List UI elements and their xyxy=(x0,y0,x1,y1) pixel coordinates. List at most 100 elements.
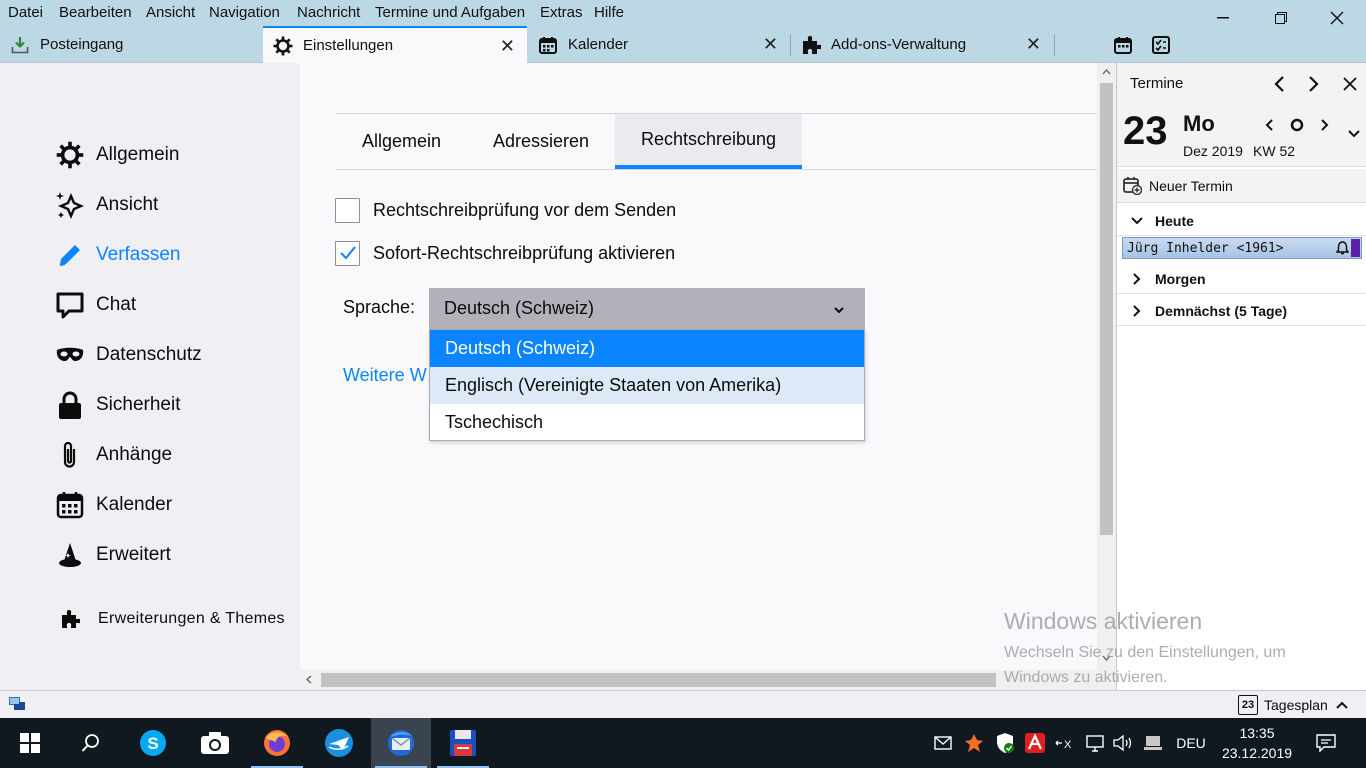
language-option[interactable]: Tschechisch xyxy=(430,404,864,441)
scroll-up-icon[interactable] xyxy=(1102,69,1111,75)
activation-watermark-line: Windows zu aktivieren. xyxy=(1004,669,1168,686)
extensions-themes-link[interactable]: Erweiterungen & Themes xyxy=(60,606,285,632)
start-button[interactable] xyxy=(0,718,60,768)
calendar-add-icon xyxy=(1123,176,1143,195)
vertical-scroll-thumb[interactable] xyxy=(1100,83,1113,535)
antivirus-tray-icon[interactable] xyxy=(1022,718,1048,768)
menu-ansicht[interactable]: Ansicht xyxy=(146,4,195,21)
tab-label: Posteingang xyxy=(40,36,124,53)
action-center-button[interactable] xyxy=(1306,718,1346,768)
clock[interactable]: 13:35 23.12.2019 xyxy=(1214,718,1300,768)
menu-datei[interactable]: Datei xyxy=(8,4,43,21)
mail-icon xyxy=(934,736,952,750)
category-datenschutz[interactable]: Datenschutz xyxy=(54,339,202,371)
volume-tray-icon[interactable] xyxy=(1110,718,1136,768)
display-tray-icon[interactable] xyxy=(1082,718,1108,768)
thunderbird-taskbar-button[interactable] xyxy=(371,718,431,768)
tab-addons[interactable]: Add-ons-Verwaltung ✕ xyxy=(791,26,1053,63)
menu-nachricht[interactable]: Nachricht xyxy=(297,4,360,21)
chevron-right-icon xyxy=(1127,272,1147,285)
subtab-allgemein[interactable]: Allgemein xyxy=(335,114,468,169)
check-as-you-type-row[interactable]: Sofort-Rechtschreibprüfung aktivieren xyxy=(335,240,675,266)
category-anhaenge[interactable]: Anhänge xyxy=(54,439,172,471)
previous-day-icon[interactable] xyxy=(1265,118,1275,132)
category-allgemein[interactable]: Allgemein xyxy=(54,139,179,171)
category-ansicht[interactable]: Ansicht xyxy=(54,189,158,221)
close-icon[interactable] xyxy=(1343,77,1357,91)
puzzle-icon xyxy=(801,35,821,55)
activation-watermark-line: Wechseln Sie zu den Einstellungen, um xyxy=(1004,644,1286,661)
menu-hilfe[interactable]: Hilfe xyxy=(594,4,624,21)
horizontal-scroll-thumb[interactable] xyxy=(321,673,996,687)
check-before-send-checkbox[interactable] xyxy=(335,197,360,223)
language-option[interactable]: Deutsch (Schweiz) xyxy=(430,330,864,367)
skype-taskbar-button[interactable]: S xyxy=(123,718,183,768)
online-status-icon[interactable] xyxy=(8,696,26,712)
close-tab-icon[interactable]: ✕ xyxy=(500,36,515,57)
defender-tray-icon[interactable] xyxy=(992,718,1018,768)
keyboard-icon: X xyxy=(1055,739,1072,751)
paper-plane-taskbar-button[interactable] xyxy=(309,718,369,768)
tab-einstellungen[interactable]: Einstellungen ✕ xyxy=(263,26,527,63)
subtab-adressieren[interactable]: Adressieren xyxy=(468,114,614,169)
svg-text:S: S xyxy=(147,734,158,753)
check-as-you-type-checkbox[interactable] xyxy=(335,240,360,266)
avast-tray-icon[interactable] xyxy=(961,718,987,768)
category-label: Anhänge xyxy=(96,444,173,465)
save-app-taskbar-button[interactable] xyxy=(433,718,493,768)
language-select[interactable]: Deutsch (Schweiz) xyxy=(429,288,865,329)
mail-tray-icon[interactable] xyxy=(930,718,956,768)
firefox-taskbar-button[interactable] xyxy=(247,718,307,768)
horizontal-scrollbar[interactable] xyxy=(300,670,1116,690)
section-morgen[interactable]: Morgen xyxy=(1117,264,1366,294)
tasks-mode-button[interactable] xyxy=(1152,26,1178,63)
category-erweitert[interactable]: Erweitert xyxy=(54,539,171,571)
calendar-mode-button[interactable] xyxy=(1114,26,1140,63)
menu-bearbeiten[interactable]: Bearbeiten xyxy=(59,4,132,21)
menu-extras[interactable]: Extras xyxy=(540,4,583,21)
search-button[interactable] xyxy=(61,718,121,768)
menu-navigation[interactable]: Navigation xyxy=(209,4,280,21)
today-pane-title: Termine xyxy=(1130,75,1184,92)
subtab-rechtschreibung[interactable]: Rechtschreibung xyxy=(615,114,802,169)
category-chat[interactable]: Chat xyxy=(54,289,136,321)
next-day-icon[interactable] xyxy=(1319,118,1329,132)
next-icon[interactable] xyxy=(1307,76,1319,92)
keyboard-tray-icon[interactable]: X xyxy=(1052,718,1078,768)
more-dictionaries-link[interactable]: Weitere W xyxy=(343,365,427,386)
scroll-left-icon[interactable] xyxy=(306,675,312,684)
chevron-down-icon xyxy=(1127,216,1147,226)
tab-kalender[interactable]: Kalender ✕ xyxy=(528,26,790,63)
camera-taskbar-button[interactable] xyxy=(185,718,245,768)
new-event-button[interactable]: Neuer Termin xyxy=(1117,169,1366,203)
today-pane-header: Termine xyxy=(1117,63,1366,103)
today-pane-toggle[interactable]: 23 Tagesplan xyxy=(1238,691,1366,719)
tab-posteingang[interactable]: Posteingang xyxy=(0,26,262,63)
menu-termine-aufgaben[interactable]: Termine und Aufgaben xyxy=(375,4,525,21)
category-kalender[interactable]: Kalender xyxy=(54,489,172,521)
check-before-send-label: Rechtschreibprüfung vor dem Senden xyxy=(373,199,677,220)
vertical-scrollbar[interactable] xyxy=(1097,63,1116,670)
language-dropdown-list: Deutsch (Schweiz) Englisch (Vereinigte S… xyxy=(429,329,865,441)
chat-bubble-icon xyxy=(54,289,86,321)
close-tab-icon[interactable]: ✕ xyxy=(1026,34,1041,55)
date-display: 23 Mo Dez 2019 KW 52 xyxy=(1117,103,1366,167)
avast-icon xyxy=(965,734,983,752)
event-item[interactable]: Jürg Inhelder <1961> xyxy=(1122,237,1362,259)
chevron-down-icon xyxy=(833,300,845,321)
chevron-down-icon[interactable] xyxy=(1347,129,1361,139)
input-language[interactable]: DEU xyxy=(1172,718,1210,768)
section-demnaechst[interactable]: Demnächst (5 Tage) xyxy=(1117,296,1366,326)
close-tab-icon[interactable]: ✕ xyxy=(763,34,778,55)
category-sicherheit[interactable]: Sicherheit xyxy=(54,389,181,421)
today-icon[interactable] xyxy=(1289,117,1305,133)
category-label: Allgemein xyxy=(96,144,180,165)
check-before-send-row[interactable]: Rechtschreibprüfung vor dem Senden xyxy=(335,197,676,223)
language-option[interactable]: Englisch (Vereinigte Staaten von Amerika… xyxy=(430,367,864,404)
category-verfassen[interactable]: Verfassen xyxy=(54,239,181,271)
network-tray-icon[interactable] xyxy=(1140,718,1166,768)
language-select-value: Deutsch (Schweiz) xyxy=(444,298,595,318)
previous-icon[interactable] xyxy=(1274,76,1286,92)
section-heute[interactable]: Heute xyxy=(1117,206,1366,236)
paperclip-icon xyxy=(54,439,86,471)
